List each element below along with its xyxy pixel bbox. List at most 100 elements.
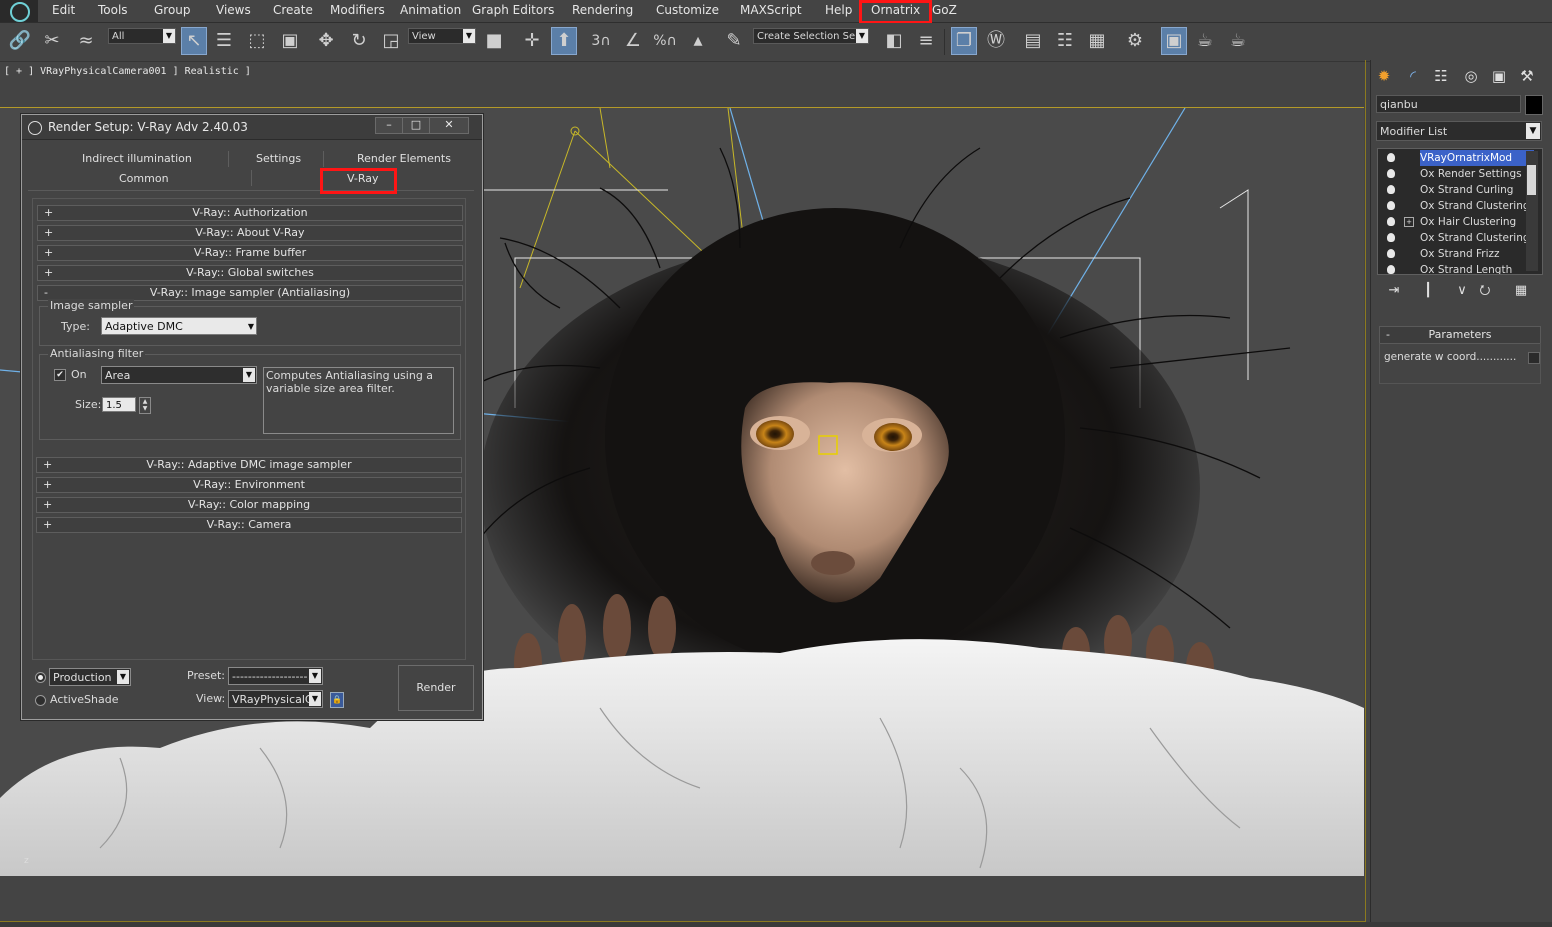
curve-editor-icon[interactable]: ▤ (1021, 28, 1045, 54)
schematic-view-icon[interactable]: ☷ (1053, 28, 1077, 54)
rollout-global-switches[interactable]: + V-Ray:: Global switches (37, 265, 463, 281)
production-radio[interactable] (35, 672, 46, 683)
percent-snap-icon[interactable]: %∩ (653, 28, 677, 54)
select-and-rotate-icon[interactable]: ↻ (347, 28, 371, 54)
modifier-list-dropdown[interactable]: Modifier List ▼ (1376, 121, 1542, 141)
edit-named-selection-icon[interactable]: ✎ (722, 28, 746, 54)
rectangular-selection-icon[interactable]: ⬚ (245, 28, 269, 54)
dialog-title-bar[interactable]: Render Setup: V-Ray Adv 2.40.03 – □ ✕ (22, 115, 482, 140)
bulb-icon[interactable] (1387, 169, 1395, 178)
modifier-item[interactable]: Ox Strand Clustering (1378, 198, 1530, 214)
menu-customize[interactable]: Customize (656, 3, 719, 17)
menu-graph-editors[interactable]: Graph Editors (472, 3, 554, 17)
show-end-result-icon[interactable]: ┃ (1419, 282, 1437, 300)
menu-create[interactable]: Create (273, 3, 313, 17)
select-object-icon[interactable]: ↖ (181, 27, 207, 55)
menu-group[interactable]: Group (154, 3, 191, 17)
menu-maxscript[interactable]: MAXScript (740, 3, 802, 17)
graphite-tools-icon[interactable]: Ⓦ (984, 28, 1008, 54)
menu-goz[interactable]: GoZ (932, 3, 957, 17)
menu-tools[interactable]: Tools (98, 3, 128, 17)
make-unique-icon[interactable]: ∨ (1453, 282, 1471, 300)
close-button[interactable]: ✕ (429, 117, 469, 134)
tab-settings[interactable]: Settings (256, 152, 301, 165)
lock-view-icon[interactable]: 🔒 (330, 692, 344, 708)
viewport-label[interactable]: [ + ] VRayPhysicalCamera001 ] Realistic … (4, 66, 251, 77)
window-crossing-icon[interactable]: ▣ (278, 28, 302, 54)
tab-render-elements[interactable]: Render Elements (357, 152, 451, 165)
reference-coordinate-dropdown[interactable]: View ▼ (408, 28, 476, 44)
image-sampler-type-dropdown[interactable]: Adaptive DMC ▼ (101, 317, 257, 335)
unlink-selection-icon[interactable]: ✂ (40, 28, 64, 54)
view-dropdown[interactable]: VRayPhysicalCa ▼ (228, 690, 323, 708)
rollout-about-vray[interactable]: + V-Ray:: About V-Ray (37, 225, 463, 241)
size-spinner-icon[interactable]: ▲ ▼ (139, 397, 151, 414)
bulb-icon[interactable] (1387, 185, 1395, 194)
bulb-icon[interactable] (1387, 265, 1395, 274)
maximize-button[interactable]: □ (402, 117, 430, 134)
modifier-item[interactable]: Ox Render Settings (1378, 166, 1526, 182)
render-setup-icon[interactable]: ⚙ (1123, 28, 1147, 54)
modify-tab-icon[interactable]: ◜ (1402, 66, 1424, 86)
app-logo-icon[interactable] (0, 0, 38, 22)
activeshade-radio[interactable] (35, 695, 46, 706)
rendered-frame-window-icon[interactable]: ▣ (1161, 27, 1187, 55)
utilities-tab-icon[interactable]: ⚒ (1516, 66, 1538, 86)
use-pivot-center-icon[interactable]: ■ (482, 28, 506, 54)
expand-plus-icon[interactable]: + (1404, 217, 1414, 227)
modifier-item[interactable]: VRayOrnatrixMod (1378, 150, 1534, 166)
menu-help[interactable]: Help (825, 3, 852, 17)
object-name-field[interactable]: qianbu (1376, 95, 1521, 113)
display-tab-icon[interactable]: ▣ (1488, 66, 1510, 86)
modifier-item[interactable]: Ox Strand Length (1378, 262, 1526, 274)
create-tab-icon[interactable]: ✹ (1373, 66, 1395, 86)
remove-modifier-icon[interactable]: ⭮ (1476, 282, 1494, 300)
menu-rendering[interactable]: Rendering (572, 3, 633, 17)
modifier-item[interactable]: Ox Strand Frizz (1378, 246, 1526, 262)
hierarchy-tab-icon[interactable]: ☷ (1430, 66, 1452, 86)
mirror-icon[interactable]: ◧ (882, 28, 906, 54)
material-editor-icon[interactable]: ▦ (1085, 28, 1109, 54)
select-and-move-icon[interactable]: ✥ (314, 28, 338, 54)
parameters-rollout-header[interactable]: - Parameters (1379, 326, 1541, 344)
select-and-scale-icon[interactable]: ◲ (379, 28, 403, 54)
rollout-frame-buffer[interactable]: + V-Ray:: Frame buffer (37, 245, 463, 261)
modifier-item[interactable]: + Ox Hair Clustering (1378, 214, 1526, 230)
aa-filter-size-input[interactable]: 1.5 (102, 397, 136, 412)
bulb-icon[interactable] (1387, 249, 1395, 258)
menu-views[interactable]: Views (216, 3, 251, 17)
snaps-toggle-icon[interactable]: 3∩ (589, 28, 613, 54)
bulb-icon[interactable] (1387, 233, 1395, 242)
tab-common[interactable]: Common (119, 172, 169, 185)
render-button[interactable]: Render (398, 665, 474, 711)
tab-indirect-illumination[interactable]: Indirect illumination (82, 152, 192, 165)
menu-edit[interactable]: Edit (52, 3, 75, 17)
object-color-swatch[interactable] (1525, 95, 1543, 115)
bulb-icon[interactable] (1387, 153, 1395, 162)
aa-filter-on-checkbox[interactable]: ✔ (54, 369, 66, 381)
named-selection-dropdown[interactable]: Create Selection Se ▼ (753, 28, 869, 44)
modifier-item[interactable]: Ox Strand Clustering (1378, 230, 1530, 246)
select-and-link-icon[interactable]: 🔗 (8, 28, 32, 54)
configure-modifier-sets-icon[interactable]: ▦ (1512, 282, 1530, 300)
bulb-icon[interactable] (1387, 217, 1395, 226)
render-iterative-icon[interactable]: ☕ (1226, 28, 1250, 54)
pin-stack-icon[interactable]: ⇥ (1385, 282, 1403, 300)
rollout-authorization[interactable]: + V-Ray:: Authorization (37, 205, 463, 221)
preset-dropdown[interactable]: ------------------- ▼ (228, 667, 323, 685)
spinner-snap-icon[interactable]: ▴ (686, 28, 710, 54)
generate-w-coord-checkbox[interactable] (1528, 352, 1540, 364)
modifier-stack-scrollbar[interactable] (1526, 151, 1538, 271)
select-and-manipulate-icon[interactable]: ✛ (520, 28, 544, 54)
minimize-button[interactable]: – (375, 117, 403, 134)
render-production-icon[interactable]: ☕ (1193, 28, 1217, 54)
angle-snap-icon[interactable]: ∠ (621, 28, 645, 54)
motion-tab-icon[interactable]: ◎ (1460, 66, 1482, 86)
bulb-icon[interactable] (1387, 201, 1395, 210)
layer-manager-icon[interactable]: ❐ (951, 27, 977, 55)
keyboard-shortcut-override-icon[interactable]: ⬆ (551, 27, 577, 55)
menu-animation[interactable]: Animation (400, 3, 461, 17)
render-mode-dropdown[interactable]: Production ▼ (49, 668, 131, 686)
select-by-name-icon[interactable]: ☰ (212, 28, 236, 54)
aa-filter-type-dropdown[interactable]: Area ▼ (101, 366, 257, 384)
